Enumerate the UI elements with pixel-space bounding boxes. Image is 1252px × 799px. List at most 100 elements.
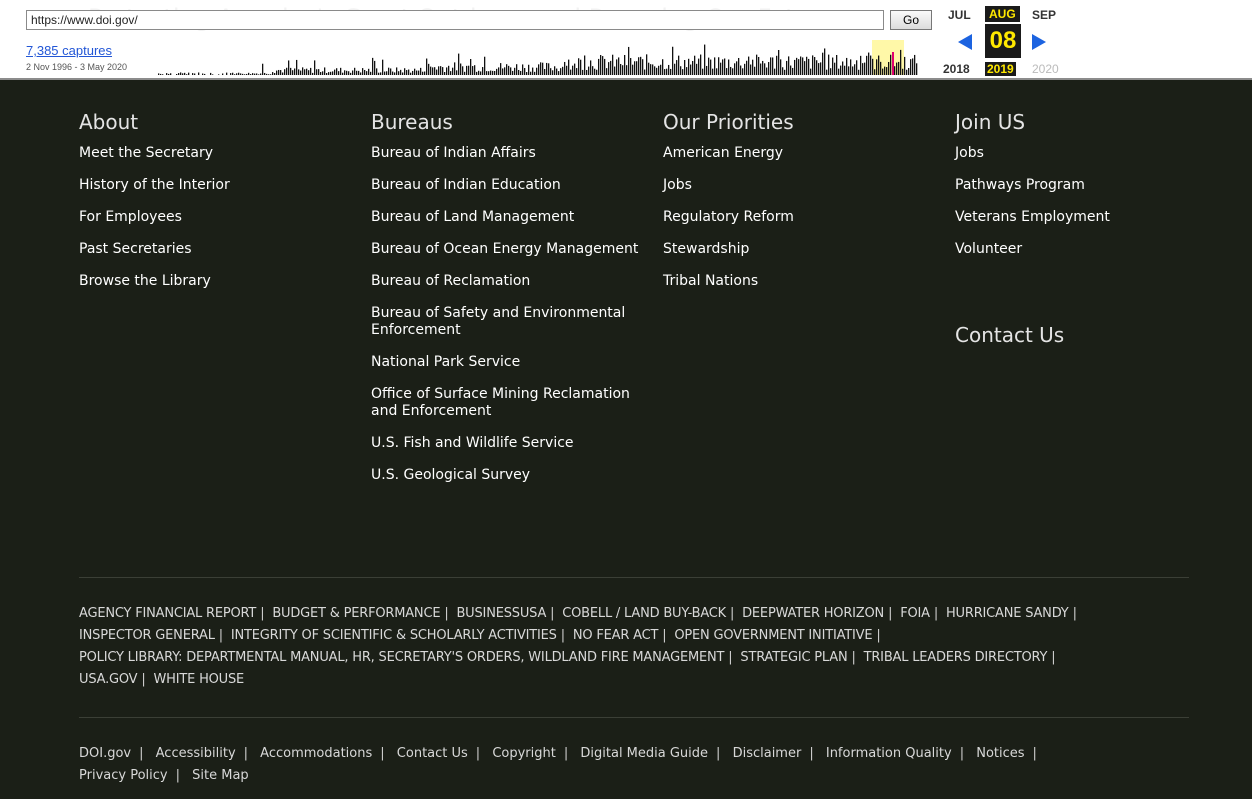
utility-link[interactable]: AGENCY FINANCIAL REPORT [79, 606, 256, 621]
capture-bar [898, 61, 900, 75]
utility-link[interactable]: DEEPWATER HORIZON [742, 606, 884, 621]
join-link[interactable]: Veterans Employment [955, 209, 1110, 226]
utility-link[interactable]: WHITE HOUSE [154, 672, 245, 687]
capture-bar [778, 50, 780, 75]
about-link[interactable]: For Employees [79, 209, 230, 226]
capture-bar [676, 60, 678, 75]
wayback-toolbar: Protecting America's Great Outdoors and … [0, 0, 1252, 80]
join-link[interactable]: Jobs [955, 145, 1110, 162]
priority-link[interactable]: American Energy [663, 145, 794, 162]
bureau-link[interactable]: Bureau of Ocean Energy Management [371, 241, 651, 258]
about-link[interactable]: Meet the Secretary [79, 145, 230, 162]
capture-bar [312, 72, 314, 75]
separator: | [728, 650, 733, 665]
bureau-link[interactable]: Bureau of Reclamation [371, 273, 651, 290]
capture-bar [158, 73, 160, 75]
bureau-link[interactable]: Bureau of Indian Affairs [371, 145, 651, 162]
capture-bar [724, 58, 726, 75]
wayback-url-input[interactable] [26, 10, 884, 30]
utility-link[interactable]: COBELL / LAND BUY-BACK [562, 606, 726, 621]
capture-bar [752, 59, 754, 75]
bottom-link[interactable]: DOI.gov [79, 746, 131, 761]
capture-bar [768, 62, 770, 75]
month-next[interactable]: SEP [1032, 8, 1056, 22]
capture-bar [292, 70, 294, 75]
priority-link[interactable]: Jobs [663, 177, 794, 194]
go-button[interactable]: Go [890, 10, 932, 30]
capture-bar [728, 59, 730, 75]
bureau-link[interactable]: Bureau of Indian Education [371, 177, 651, 194]
capture-bar [852, 66, 854, 75]
utility-link[interactable]: USA.GOV [79, 672, 138, 687]
utility-link[interactable]: INTEGRITY OF SCIENTIFIC & SCHOLARLY ACTI… [231, 628, 557, 643]
year-prev[interactable]: 2018 [943, 62, 970, 76]
utility-link[interactable]: BUSINESSUSA [456, 606, 546, 621]
capture-bar [770, 57, 772, 75]
priority-link[interactable]: Tribal Nations [663, 273, 794, 290]
capture-bar [386, 71, 388, 75]
capture-bar [900, 49, 902, 75]
bureau-link[interactable]: U.S. Geological Survey [371, 467, 651, 484]
capture-sparkline[interactable] [158, 40, 933, 75]
capture-bar [840, 65, 842, 75]
utility-link[interactable]: BUDGET & PERFORMANCE [272, 606, 440, 621]
utility-link[interactable]: INSPECTOR GENERAL [79, 628, 215, 643]
about-link[interactable]: Browse the Library [79, 273, 230, 290]
bottom-link[interactable]: Copyright [492, 746, 556, 761]
capture-bar [352, 70, 354, 75]
next-capture-arrow-icon[interactable] [1032, 34, 1046, 50]
utility-link[interactable]: NO FEAR ACT [573, 628, 659, 643]
bottom-link[interactable]: Privacy Policy [79, 768, 168, 783]
month-prev[interactable]: JUL [948, 8, 971, 22]
capture-bar [430, 66, 432, 75]
bureau-link[interactable]: Bureau of Safety and Environmental Enfor… [371, 305, 651, 339]
utility-link[interactable]: STRATEGIC PLAN [740, 650, 847, 665]
capture-bar [800, 56, 802, 75]
priority-link[interactable]: Stewardship [663, 241, 794, 258]
capture-bar [440, 66, 442, 75]
join-link[interactable]: Volunteer [955, 241, 1110, 258]
capture-bar [792, 67, 794, 75]
about-link[interactable]: History of the Interior [79, 177, 230, 194]
prev-capture-arrow-icon[interactable] [958, 34, 972, 50]
capture-bar [328, 72, 330, 75]
bureau-link[interactable]: National Park Service [371, 354, 651, 371]
capture-bar [568, 59, 570, 75]
capture-bar [356, 70, 358, 75]
contact-heading[interactable]: Contact Us [955, 323, 1064, 347]
separator: | [141, 672, 146, 687]
bottom-link[interactable]: Information Quality [826, 746, 952, 761]
about-link[interactable]: Past Secretaries [79, 241, 230, 258]
capture-bar [754, 66, 756, 75]
capture-bar [506, 64, 508, 75]
utility-link[interactable]: OPEN GOVERNMENT INITIATIVE [674, 628, 872, 643]
capture-day: 08 [985, 24, 1021, 58]
bureau-link[interactable]: Office of Surface Mining Reclamation and… [371, 386, 651, 420]
separator: | [959, 746, 965, 761]
priorities-heading: Our Priorities [663, 110, 794, 134]
capture-bar [462, 66, 464, 75]
utility-link[interactable]: TRIBAL LEADERS DIRECTORY [864, 650, 1048, 665]
separator: | [444, 606, 449, 621]
utility-link[interactable]: FOIA [900, 606, 930, 621]
bottom-link[interactable]: Site Map [192, 768, 249, 783]
capture-bar [520, 70, 522, 75]
bureau-link[interactable]: Bureau of Land Management [371, 209, 651, 226]
bottom-link[interactable]: Contact Us [397, 746, 468, 761]
bottom-link[interactable]: Disclaimer [733, 746, 802, 761]
capture-bar [496, 68, 498, 75]
utility-link[interactable]: POLICY LIBRARY: DEPARTMENTAL MANUAL, HR,… [79, 650, 724, 665]
join-link[interactable]: Pathways Program [955, 177, 1110, 194]
bottom-link[interactable]: Digital Media Guide [580, 746, 708, 761]
capture-bar [874, 69, 876, 75]
capture-bar [404, 68, 406, 75]
bureau-link[interactable]: U.S. Fish and Wildlife Service [371, 435, 651, 452]
bottom-link[interactable]: Notices [976, 746, 1024, 761]
utility-link[interactable]: HURRICANE SANDY [946, 606, 1069, 621]
bottom-link[interactable]: Accessibility [156, 746, 236, 761]
bottom-link[interactable]: Accommodations [260, 746, 372, 761]
priority-link[interactable]: Regulatory Reform [663, 209, 794, 226]
captures-link[interactable]: 7,385 captures [26, 43, 112, 58]
capture-bar [518, 69, 520, 75]
capture-bar [232, 72, 234, 75]
